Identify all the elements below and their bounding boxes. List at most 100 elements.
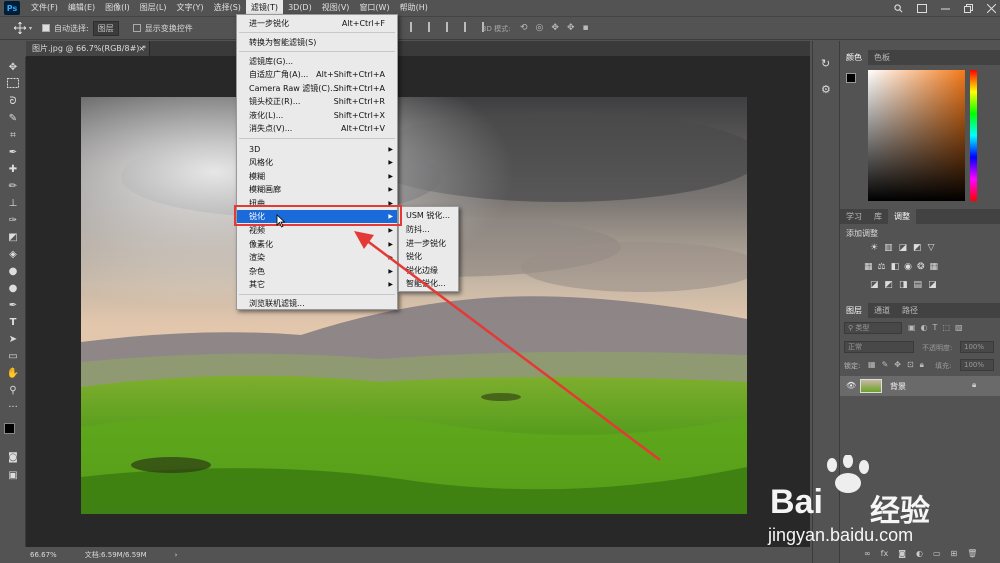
channel-mixer-icon[interactable]: ❂ (917, 262, 925, 272)
document-tab[interactable]: 图片.jpg @ 66.7%(RGB/8#) * × (26, 41, 150, 56)
color-picker-field[interactable] (868, 70, 965, 201)
color-lookup-icon[interactable]: ▦ (930, 262, 939, 272)
photo-filter-icon[interactable]: ◉ (904, 262, 912, 272)
menu-item-stylize[interactable]: 风格化 ▶ (237, 156, 397, 169)
vibrance-icon[interactable]: ▽ (928, 243, 935, 253)
brightness-icon[interactable]: ☀ (870, 243, 878, 253)
auto-select-dropdown[interactable]: 图层 (92, 20, 119, 36)
auto-select-checkbox[interactable] (42, 24, 51, 32)
roll-3d-icon[interactable]: ◎ (536, 23, 544, 33)
shape-filter-icon[interactable]: ⬚ (942, 323, 950, 332)
scale-3d-icon[interactable]: ▪ (583, 23, 589, 33)
document-info[interactable]: 文档:6.59M/6.59M (85, 550, 147, 560)
history-brush-tool-icon[interactable]: ✑ (6, 214, 20, 228)
paint-bucket-tool-icon[interactable]: ◈ (6, 248, 20, 262)
dodge-tool-icon[interactable]: ● (6, 282, 20, 296)
type-filter-icon[interactable]: T (933, 323, 938, 332)
levels-icon[interactable]: ▥ (884, 243, 893, 253)
zoom-level[interactable]: 66.67% (30, 551, 57, 559)
visibility-eye-icon[interactable]: 👁︎ (846, 381, 856, 390)
screen-mode-icon[interactable]: ▣ (6, 469, 20, 483)
tab-adjustments[interactable]: 调整 (888, 209, 916, 224)
pixel-filter-icon[interactable]: ▣ (908, 323, 916, 332)
crop-tool-icon[interactable]: ⌗ (6, 129, 20, 143)
lock-transparent-icon[interactable]: ▦ (868, 360, 876, 370)
eraser-tool-icon[interactable]: ◩ (6, 231, 20, 245)
menu-item-lens-correction[interactable]: 镜头校正(R)... Shift+Ctrl+R (237, 95, 397, 108)
rectangle-tool-icon[interactable]: ▭ (6, 350, 20, 364)
pan-3d-icon[interactable]: ✥ (551, 23, 559, 33)
menu-item-liquify[interactable]: 液化(L)... Shift+Ctrl+X (237, 109, 397, 122)
zoom-tool-icon[interactable]: ⚲ (6, 384, 20, 398)
close-tab-icon[interactable]: × (138, 41, 145, 56)
lasso-tool-icon[interactable]: ᘐ (6, 95, 20, 109)
hand-tool-icon[interactable]: ✋ (6, 367, 20, 381)
fill-input[interactable]: 100% (960, 359, 994, 371)
opacity-input[interactable]: 100% (960, 341, 994, 353)
marquee-tool-icon[interactable] (6, 78, 20, 92)
restore-icon[interactable] (964, 3, 973, 13)
menu-item-sharpen-more[interactable]: 进一步锐化 Alt+Ctrl+F (237, 17, 397, 30)
type-tool-icon[interactable]: T (6, 316, 20, 330)
lock-artboard-icon[interactable]: ⊡ (907, 360, 914, 370)
menu-item-adaptive-wide-angle[interactable]: 自适应广角(A)... Alt+Shift+Ctrl+A (237, 68, 397, 81)
align-icon[interactable] (410, 22, 420, 32)
layer-kind-filter[interactable]: ⚲ 类型 (844, 322, 902, 334)
slide-3d-icon[interactable]: ✥ (567, 23, 575, 33)
show-transform-checkbox[interactable] (132, 24, 141, 32)
search-icon[interactable] (894, 3, 903, 13)
move-tool-icon[interactable] (14, 22, 26, 34)
pen-tool-icon[interactable]: ✒ (6, 299, 20, 313)
more-tools-icon[interactable]: ··· (6, 401, 20, 415)
selective-color-icon[interactable]: ◪ (928, 280, 937, 290)
chevron-right-icon[interactable]: › (175, 551, 178, 559)
eyedropper-tool-icon[interactable]: ✒ (6, 146, 20, 160)
align-icon[interactable] (464, 22, 474, 32)
layer-row-background[interactable]: 👁︎ 背景 🔒︎ (840, 376, 1000, 396)
history-icon[interactable]: ↻ (821, 57, 830, 70)
lock-position-icon[interactable]: ✥ (894, 360, 901, 370)
properties-icon[interactable]: ⚙ (821, 83, 831, 96)
path-select-tool-icon[interactable]: ➤ (6, 333, 20, 347)
menu-item-vanishing-point[interactable]: 消失点(V)... Alt+Ctrl+V (237, 122, 397, 135)
blend-mode-select[interactable]: 正常 (844, 341, 914, 353)
invert-icon[interactable]: ◪ (870, 280, 879, 290)
menu-item-blur[interactable]: 模糊 ▶ (237, 170, 397, 183)
smart-filter-icon[interactable]: ▨ (955, 323, 963, 332)
brush-tool-icon[interactable]: ✏ (6, 180, 20, 194)
menu-item-convert-smart-filter[interactable]: 转换为智能滤镜(S) (237, 36, 397, 49)
menu-layer[interactable]: 图层(L) (135, 0, 172, 16)
color-balance-icon[interactable]: ⚖ (878, 262, 886, 272)
tab-libraries[interactable]: 库 (868, 209, 888, 224)
hue-slider[interactable] (970, 70, 977, 201)
chevron-down-icon[interactable]: ▾ (29, 25, 32, 32)
move-tool-icon[interactable]: ✥ (6, 61, 20, 75)
workspace-icon[interactable] (917, 3, 927, 13)
healing-brush-tool-icon[interactable]: ✚ (6, 163, 20, 177)
blur-tool-icon[interactable]: ● (6, 265, 20, 279)
quick-mask-icon[interactable]: ◙ (6, 451, 20, 465)
lock-pixels-icon[interactable]: ✎ (882, 360, 889, 370)
black-white-icon[interactable]: ◧ (891, 262, 900, 272)
layer-name[interactable]: 背景 (890, 381, 906, 392)
tab-layers[interactable]: 图层 (840, 303, 868, 318)
threshold-icon[interactable]: ◨ (899, 280, 908, 290)
foreground-color-swatch[interactable] (4, 423, 15, 434)
align-icon[interactable] (428, 22, 438, 32)
tab-color[interactable]: 颜色 (840, 50, 868, 65)
gradient-map-icon[interactable]: ▤ (914, 280, 923, 290)
menu-type[interactable]: 文字(Y) (171, 0, 208, 16)
menu-item-filter-gallery[interactable]: 滤镜库(G)... (237, 55, 397, 68)
menu-edit[interactable]: 编辑(E) (63, 0, 100, 16)
menu-item-3d[interactable]: 3D ▶ (237, 143, 397, 156)
posterize-icon[interactable]: ◩ (885, 280, 894, 290)
menu-file[interactable]: 文件(F) (26, 0, 63, 16)
lock-all-icon[interactable]: 🔒︎ (920, 360, 924, 370)
curves-icon[interactable]: ◪ (899, 243, 908, 253)
menu-image[interactable]: 图像(I) (100, 0, 135, 16)
menu-item-blur-gallery[interactable]: 模糊画廊 ▶ (237, 183, 397, 196)
menu-help[interactable]: 帮助(H) (395, 0, 433, 16)
adjustment-filter-icon[interactable]: ◐ (921, 323, 928, 332)
tab-channels[interactable]: 通道 (868, 303, 896, 318)
align-icon[interactable] (446, 22, 456, 32)
